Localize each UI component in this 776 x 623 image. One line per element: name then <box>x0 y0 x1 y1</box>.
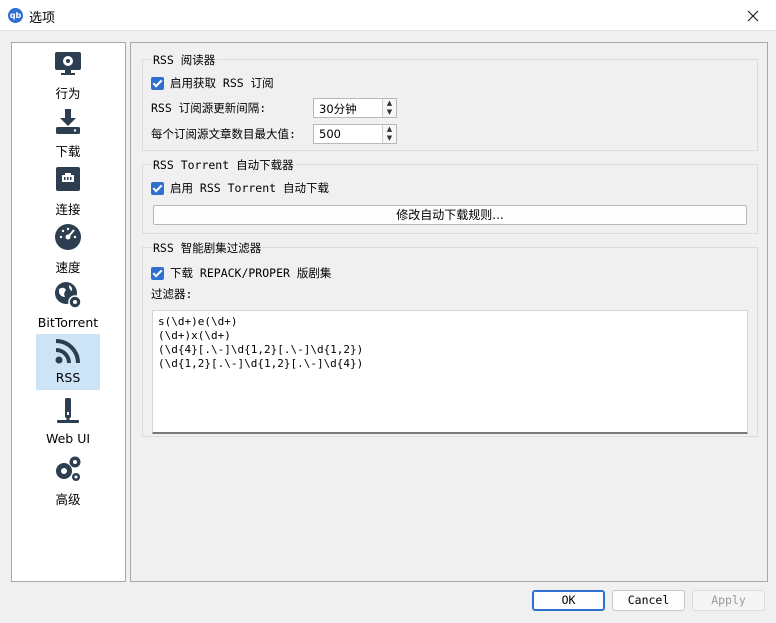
qbittorrent-app-icon: qb <box>8 8 23 23</box>
rss-settings-panel: RSS 阅读器 启用获取 RSS 订阅 RSS 订阅源更新间隔: 30分钟 ▲ … <box>130 42 768 582</box>
smart-episode-filter-group: RSS 智能剧集过滤器 下载 REPACK/PROPER 版剧集 过滤器: s(… <box>142 240 758 437</box>
sidebar-item-label: 连接 <box>55 202 81 217</box>
enable-auto-download-label: 启用 RSS Torrent 自动下载 <box>170 181 330 195</box>
sidebar-item-label: Web UI <box>45 431 91 446</box>
sidebar-item-web-ui[interactable]: Web UI <box>36 395 100 451</box>
spinbox-arrows[interactable]: ▲ ▼ <box>382 125 396 143</box>
window-title: 选项 <box>29 11 56 26</box>
sidebar-item-label: 速度 <box>55 260 81 275</box>
spin-up-icon[interactable]: ▲ <box>383 99 396 108</box>
download-repack-checkbox[interactable]: 下载 REPACK/PROPER 版剧集 <box>151 265 331 281</box>
sidebar-item-speed[interactable]: 速度 <box>36 221 100 277</box>
spin-up-icon[interactable]: ▲ <box>383 125 396 134</box>
smart-filter-group-title: RSS 智能剧集过滤器 <box>151 240 264 256</box>
speedometer-icon <box>55 224 81 250</box>
refresh-interval-value: 30分钟 <box>319 102 357 116</box>
spin-down-icon[interactable]: ▼ <box>383 134 396 143</box>
filters-textarea[interactable]: s(\d+)e(\d+) (\d+)x(\d+) (\d{4}[.\-]\d{1… <box>152 310 748 434</box>
rss-reader-group: RSS 阅读器 启用获取 RSS 订阅 RSS 订阅源更新间隔: 30分钟 ▲ … <box>142 52 758 151</box>
gears-icon <box>56 456 81 481</box>
download-repack-label: 下载 REPACK/PROPER 版剧集 <box>170 266 332 280</box>
ok-button[interactable]: OK <box>532 590 605 611</box>
auto-downloader-group-title: RSS Torrent 自动下载器 <box>151 157 296 173</box>
monitor-gear-icon <box>55 52 81 75</box>
filters-label: 过滤器: <box>151 287 193 301</box>
enable-auto-download-checkbox[interactable]: 启用 RSS Torrent 自动下载 <box>151 180 329 196</box>
enable-rss-fetch-label: 启用获取 RSS 订阅 <box>170 76 274 90</box>
sidebar-item-rss[interactable]: RSS <box>36 334 100 390</box>
enable-rss-fetch-checkbox[interactable]: 启用获取 RSS 订阅 <box>151 75 274 91</box>
max-articles-spinbox[interactable]: 500 ▲ ▼ <box>313 124 397 144</box>
cancel-button[interactable]: Cancel <box>612 590 685 611</box>
close-button[interactable] <box>730 0 776 31</box>
checkbox-checked-icon <box>151 266 164 280</box>
checkbox-checked-icon <box>151 76 164 90</box>
edit-download-rules-button[interactable]: 修改自动下载规则... <box>153 205 747 225</box>
title-bar: qb 选项 <box>0 0 776 31</box>
spin-down-icon[interactable]: ▼ <box>383 108 396 117</box>
refresh-interval-spinbox[interactable]: 30分钟 ▲ ▼ <box>313 98 397 118</box>
apply-button[interactable]: Apply <box>692 590 765 611</box>
close-icon <box>747 10 759 21</box>
sidebar-item-behavior[interactable]: 行为 <box>36 47 100 103</box>
globe-gear-icon <box>55 282 82 309</box>
filters-label-row: 过滤器: <box>151 286 192 302</box>
sidebar-item-downloads[interactable]: 下载 <box>36 105 100 161</box>
web-ui-icon <box>57 398 79 423</box>
checkbox-checked-icon <box>151 181 164 195</box>
rss-auto-downloader-group: RSS Torrent 自动下载器 启用 RSS Torrent 自动下载 修改… <box>142 157 758 234</box>
download-icon <box>56 109 80 134</box>
refresh-interval-label: RSS 订阅源更新间隔: <box>151 101 267 115</box>
max-articles-label: 每个订阅源文章数目最大值: <box>151 127 296 141</box>
rss-icon <box>55 339 80 364</box>
sidebar-item-connection[interactable]: 连接 <box>36 163 100 219</box>
network-port-icon <box>56 167 80 191</box>
max-articles-row: 每个订阅源文章数目最大值: <box>151 126 296 142</box>
options-sidebar: 行为 下载 连接 速度 BitTorrent RSS Web UI 高级 <box>11 42 126 582</box>
rss-reader-group-title: RSS 阅读器 <box>151 52 218 68</box>
sidebar-item-label: BitTorrent <box>37 315 99 330</box>
sidebar-item-label: RSS <box>55 370 81 385</box>
refresh-interval-row: RSS 订阅源更新间隔: <box>151 100 266 116</box>
sidebar-item-label: 高级 <box>55 492 81 507</box>
spinbox-arrows[interactable]: ▲ ▼ <box>382 99 396 117</box>
sidebar-item-label: 下载 <box>55 144 81 159</box>
sidebar-item-advanced[interactable]: 高级 <box>36 453 100 509</box>
sidebar-item-bittorrent[interactable]: BitTorrent <box>36 279 100 335</box>
max-articles-value: 500 <box>319 127 341 141</box>
sidebar-item-label: 行为 <box>55 86 81 101</box>
